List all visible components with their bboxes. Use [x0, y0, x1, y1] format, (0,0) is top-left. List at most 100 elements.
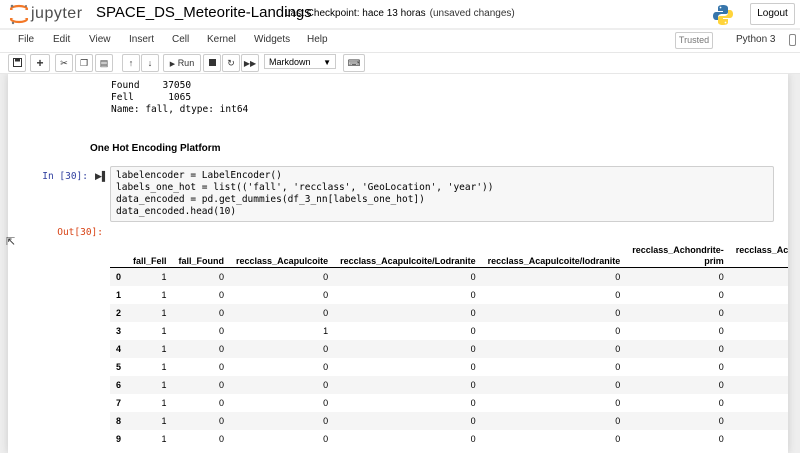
menu-widgets[interactable]: Widgets [254, 34, 290, 45]
header-bar: jupyter SPACE_DS_Meteorite-Landings Last… [0, 0, 800, 28]
table-cell: 0 [730, 304, 788, 322]
trusted-indicator[interactable]: Trusted [675, 32, 713, 49]
restart-button[interactable]: ↻ [222, 54, 240, 72]
table-cell: 1 [161, 434, 167, 444]
move-up-button[interactable]: ↑ [122, 54, 140, 72]
run-label: Run [177, 58, 195, 68]
dataframe-table: fall_Fell fall_Found recclass_Acapulcoit… [110, 237, 788, 448]
move-down-button[interactable]: ↓ [141, 54, 159, 72]
table-cell: 0 [615, 344, 621, 354]
menu-view[interactable]: View [89, 34, 111, 45]
save-button[interactable] [8, 54, 26, 72]
notebook-area: Found 37050 Fell 1065 Name: fall, dtype: i… [0, 74, 800, 453]
table-cell: 0 [219, 326, 225, 336]
code-line: data_encoded.head(10) [116, 206, 237, 217]
stop-button[interactable] [203, 54, 221, 72]
cell-type-select[interactable]: Markdown ▼ [264, 54, 336, 69]
table-cell: 0 [718, 344, 724, 354]
output-line: Found 37050 [111, 80, 192, 91]
table-cell: 0 [219, 290, 225, 300]
table-row: 71000000 [110, 394, 788, 412]
table-row: 91000000 [110, 430, 788, 448]
paste-icon: ▤ [99, 58, 109, 68]
table-cell: 1 [161, 380, 167, 390]
command-palette-button[interactable]: ⌨ [343, 54, 365, 72]
table-cell: 0 [219, 344, 225, 354]
table-cell: 0 [219, 434, 225, 444]
row-index: 7 [116, 398, 122, 408]
table-cell: 0 [615, 290, 621, 300]
row-index: 8 [116, 416, 122, 426]
table-cell: 0 [730, 322, 788, 340]
table-cell: 0 [470, 380, 476, 390]
table-cell: 0 [615, 398, 621, 408]
table-cell: 0 [323, 380, 329, 390]
table-cell: 0 [323, 434, 329, 444]
table-cell: 0 [323, 362, 329, 372]
column-header: recclass_Acapulcoite/lodranite [481, 237, 627, 268]
column-header: fall_Found [172, 237, 231, 268]
paste-button[interactable]: ▤ [95, 54, 113, 72]
menu-help[interactable]: Help [307, 34, 328, 45]
row-index: 5 [116, 362, 122, 372]
logout-button[interactable]: Logout [750, 3, 795, 25]
table-cell: 0 [470, 434, 476, 444]
table-row: 21000000 [110, 304, 788, 322]
jupyter-logo-icon[interactable] [8, 3, 30, 25]
code-cell-editor[interactable]: labelencoder = LabelEncoder() labels_one… [110, 166, 774, 222]
menu-edit[interactable]: Edit [53, 34, 70, 45]
table-cell: 0 [730, 376, 788, 394]
menu-file[interactable]: File [18, 34, 34, 45]
column-header: recclass_Acapulcoite [230, 237, 335, 268]
kernel-name[interactable]: Python 3 [736, 34, 775, 45]
checkpoint-status: Last Checkpoint: hace 13 horas (unsaved c… [285, 8, 515, 19]
table-cell: 0 [323, 308, 329, 318]
table-cell: 0 [219, 362, 225, 372]
stop-icon [208, 59, 216, 66]
cell-run-indicator-icon[interactable]: ▶▌ [95, 171, 108, 182]
run-icon: ▶ [169, 61, 176, 68]
table-cell: 0 [219, 416, 225, 426]
restart-run-all-button[interactable]: ▶▶ [241, 54, 259, 72]
row-index: 9 [116, 434, 122, 444]
table-cell: 0 [470, 326, 476, 336]
column-header: recclass_Acapulcoite/Lodranite [334, 237, 482, 268]
run-button[interactable]: ▶ Run [163, 54, 201, 72]
table-body: 0100000011000000210000003101000041000000… [110, 267, 788, 449]
table-cell: 0 [323, 344, 329, 354]
table-cell: 0 [730, 358, 788, 376]
notebook-name[interactable]: SPACE_DS_Meteorite-Landings [96, 4, 312, 21]
column-header: fall_Fell [127, 237, 173, 268]
menu-cell[interactable]: Cell [172, 34, 189, 45]
row-index: 6 [116, 380, 122, 390]
markdown-heading[interactable]: One Hot Encoding Platform [90, 143, 221, 154]
menu-kernel[interactable]: Kernel [207, 34, 236, 45]
table-cell: 0 [323, 398, 329, 408]
index-header [110, 237, 128, 268]
toolbar: + ✂ ❐ ▤ ↑ ↓ ▶ Run ↻ ▶▶ ⌨ [0, 53, 800, 74]
copy-button[interactable]: ❐ [75, 54, 93, 72]
table-cell: 0 [470, 308, 476, 318]
table-cell: 0 [219, 272, 225, 282]
table-cell: 0 [470, 416, 476, 426]
table-cell: 0 [323, 416, 329, 426]
table-cell: 0 [730, 286, 788, 304]
insert-cell-button[interactable]: + [30, 54, 50, 72]
table-cell: 0 [730, 430, 788, 448]
menu-insert[interactable]: Insert [129, 34, 154, 45]
table-row: 61000000 [110, 376, 788, 394]
keyboard-icon: ⌨ [347, 58, 361, 68]
table-cell: 1 [161, 308, 167, 318]
output-line: Fell 1065 [111, 92, 192, 103]
table-cell: 0 [323, 290, 329, 300]
table-cell: 0 [470, 362, 476, 372]
jupyter-logo-text: jupyter [31, 5, 83, 22]
table-cell: 0 [470, 290, 476, 300]
table-cell: 1 [161, 272, 167, 282]
table-row: 01000000 [110, 267, 788, 286]
previous-output: Found 37050 Fell 1065 Name: fall, dtype: i… [111, 80, 248, 116]
table-cell: 1 [161, 398, 167, 408]
table-row: 11000000 [110, 286, 788, 304]
cut-button[interactable]: ✂ [55, 54, 73, 72]
output-prompt: Out[30]: [57, 227, 103, 238]
